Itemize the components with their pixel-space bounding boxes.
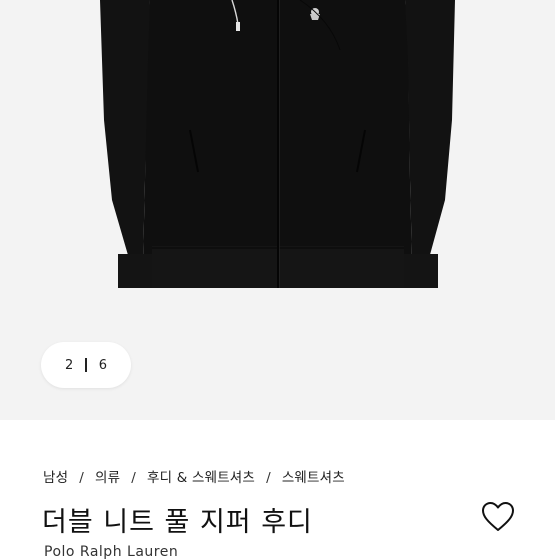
pager-current: 2 [64, 357, 74, 373]
breadcrumb-item-hoodies-sweatshirts[interactable]: 후디 & 스웨트셔츠 [147, 470, 255, 486]
product-image-gallery[interactable]: 2 6 [0, 0, 555, 420]
heart-outline-icon [482, 502, 514, 531]
image-pager[interactable]: 2 6 [41, 342, 131, 388]
pager-divider [85, 358, 87, 372]
breadcrumb-item-men[interactable]: 남성 [43, 470, 68, 486]
breadcrumb-separator: / [131, 470, 136, 486]
breadcrumb-item-clothing[interactable]: 의류 [95, 470, 120, 486]
breadcrumb-item-sweatshirts[interactable]: 스웨트셔츠 [282, 470, 345, 486]
breadcrumb: 남성 / 의류 / 후디 & 스웨트셔츠 / 스웨트셔츠 [43, 466, 345, 486]
product-brand[interactable]: Polo Ralph Lauren [44, 544, 178, 560]
breadcrumb-separator: / [266, 470, 271, 486]
wishlist-button[interactable] [481, 501, 515, 533]
product-title: 더블 니트 풀 지퍼 후디 [42, 507, 313, 538]
breadcrumb-separator: / [79, 470, 84, 486]
pager-total: 6 [98, 357, 108, 373]
